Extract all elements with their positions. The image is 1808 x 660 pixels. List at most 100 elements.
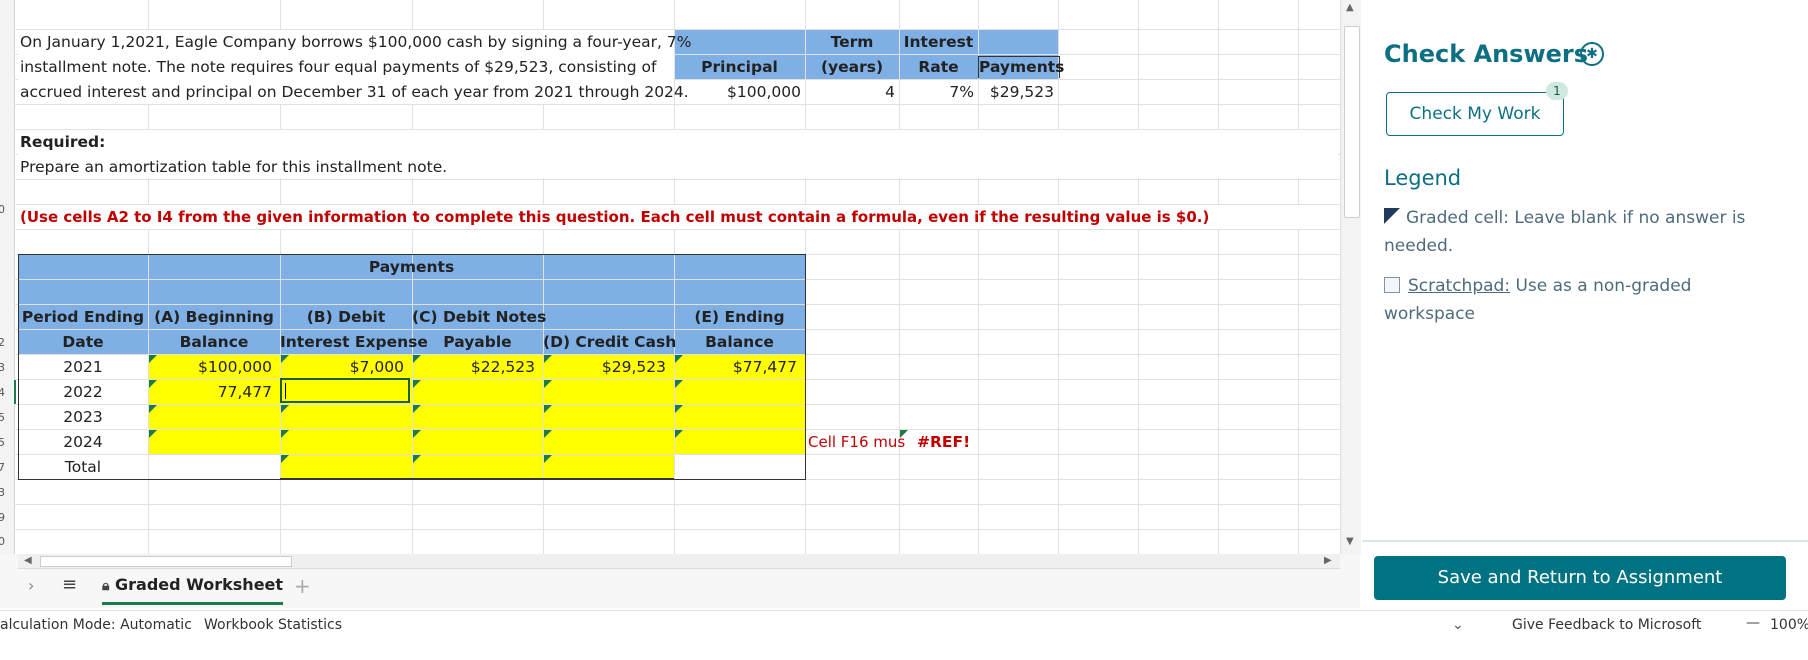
scratchpad-link[interactable]: Scratchpad: (1408, 276, 1510, 296)
row-number: 9 (0, 511, 5, 524)
header-debit: (B) Debit (306, 308, 386, 326)
scroll-right-icon[interactable]: ▶ (1324, 555, 1332, 566)
graded-cell-marker (413, 430, 421, 438)
header-ending: (E) Ending (694, 308, 785, 326)
status-bar: alculation Mode: Automatic Workbook Stat… (0, 610, 1808, 639)
lock-icon: 🔒︎ (102, 578, 110, 594)
hamburger-menu-icon[interactable]: ≡ (62, 574, 77, 595)
row-number: 3 (0, 486, 5, 499)
ending-balance-cell[interactable]: $77,477 (674, 356, 797, 378)
header-beginning: (A) Beginning (154, 308, 274, 326)
problem-line-3: accrued interest and principal on Decemb… (20, 83, 689, 101)
feedback-link[interactable]: Give Feedback to Microsoft (1512, 617, 1701, 633)
graded-cell-marker (413, 380, 421, 388)
row-number: 5 (0, 436, 5, 449)
header-debit-notes: (C) Debit Notes (412, 308, 547, 326)
row-date: 2021 (63, 358, 103, 376)
zoom-out-icon[interactable]: — (1746, 615, 1760, 631)
row-number: 0 (0, 203, 5, 216)
legend-graded: Graded cell: Leave blank if no answer is… (1384, 204, 1774, 260)
begin-balance-cell[interactable]: 77,477 (148, 381, 272, 403)
scratchpad-icon (1384, 277, 1400, 293)
rate-header: Interest (903, 33, 974, 51)
zoom-level[interactable]: 100% (1770, 617, 1808, 633)
hscroll-track[interactable]: ◀ ▶ (18, 554, 1340, 569)
vertical-scrollbar[interactable]: ▲ ▼ (1340, 0, 1361, 554)
header-payable: Payable (443, 333, 512, 351)
graded-cell-marker (281, 355, 289, 363)
graded-cell-marker (900, 430, 908, 438)
header-balance-e: Balance (705, 333, 774, 351)
text-cursor (285, 383, 286, 399)
graded-cell-icon (1384, 208, 1400, 224)
active-row-indicator (14, 379, 16, 405)
graded-cell-marker (675, 355, 683, 363)
workbook-statistics[interactable]: Workbook Statistics (204, 617, 342, 633)
chevron-down-icon[interactable]: ⌄ (1452, 617, 1464, 633)
interest-expense-cell[interactable]: $7,000 (280, 356, 404, 378)
term-header-sub: (years) (820, 58, 884, 76)
sheet-tab-label: Graded Worksheet (115, 575, 284, 594)
row-date: 2023 (63, 408, 103, 426)
graded-cell-marker (149, 355, 157, 363)
term-header: Term (830, 33, 874, 51)
scroll-left-icon[interactable]: ◀ (24, 555, 32, 566)
begin-balance-cell[interactable]: $100,000 (148, 356, 272, 378)
graded-cell-marker (544, 405, 552, 413)
scroll-up-icon[interactable]: ▲ (1346, 2, 1354, 13)
payments-header: Payments (978, 56, 1065, 78)
problem-line-1: On January 1,2021, Eagle Company borrows… (20, 33, 692, 51)
header-credit-cash: (D) Credit Cash (543, 333, 677, 351)
check-answers-panel: Check Answers ✱ Check My Work 1 Legend G… (1362, 0, 1808, 610)
header-date: Date (62, 333, 104, 351)
selected-cell[interactable] (280, 378, 410, 403)
row-number: 4 (0, 386, 5, 399)
legend-graded-text: Graded cell: Leave blank if no answer is… (1384, 208, 1746, 256)
graded-cell-marker (544, 380, 552, 388)
row-number: 7 (0, 461, 5, 474)
row-date: 2024 (63, 433, 103, 451)
add-sheet-button[interactable]: + (294, 574, 311, 598)
sheet-tab-graded-worksheet[interactable]: 🔒︎ Graded Worksheet (102, 572, 284, 605)
credit-cash-cell[interactable]: $29,523 (543, 356, 666, 378)
ref-error-cell[interactable]: #REF! (917, 431, 970, 453)
scroll-down-icon[interactable]: ▼ (1346, 536, 1354, 547)
accessibility-icon[interactable]: ✱ (1580, 42, 1604, 66)
required-text: Prepare an amortization table for this i… (20, 158, 448, 176)
spreadsheet-grid[interactable]: 0 2 3 4 5 5 7 3 9 0 On January 1,2021, E… (0, 0, 1340, 554)
rate-value[interactable]: 7% (899, 81, 974, 103)
hscroll-thumb[interactable] (40, 556, 292, 567)
graded-cell-marker (281, 405, 289, 413)
payments-value[interactable]: $29,523 (978, 81, 1054, 103)
graded-cell-marker (675, 430, 683, 438)
term-value[interactable]: 4 (805, 81, 895, 103)
rate-header-sub: Rate (918, 58, 959, 76)
payments-underline (280, 478, 674, 480)
debit-notes-cell[interactable]: $22,523 (412, 356, 535, 378)
note-cell[interactable]: Cell F16 mus (808, 431, 905, 453)
graded-cell-marker (149, 380, 157, 388)
principal-header: Principal (701, 58, 778, 76)
attempts-badge: 1 (1546, 82, 1568, 100)
check-my-work-button[interactable]: Check My Work (1386, 92, 1564, 136)
graded-cell-marker (544, 355, 552, 363)
graded-total-fill (280, 454, 674, 479)
calc-mode[interactable]: alculation Mode: Automatic (0, 617, 192, 633)
instruction-text: (Use cells A2 to I4 from the given infor… (20, 208, 1210, 226)
panel-divider (1362, 540, 1808, 542)
graded-cell-marker (675, 380, 683, 388)
graded-cell-marker (149, 405, 157, 413)
principal-value[interactable]: $100,000 (674, 81, 801, 103)
graded-cell-marker (544, 455, 552, 463)
legend-title: Legend (1384, 166, 1462, 190)
graded-cell-marker (413, 405, 421, 413)
save-return-button[interactable]: Save and Return to Assignment (1374, 556, 1786, 600)
scroll-thumb[interactable] (1344, 26, 1360, 218)
problem-line-2: installment note. The note requires four… (20, 58, 657, 76)
row-number: 5 (0, 411, 5, 424)
graded-cell-marker (544, 430, 552, 438)
graded-cell-marker (413, 455, 421, 463)
payments-title: Payments (368, 258, 455, 276)
chevron-right-icon[interactable]: › (28, 576, 34, 595)
graded-cell-marker (675, 405, 683, 413)
